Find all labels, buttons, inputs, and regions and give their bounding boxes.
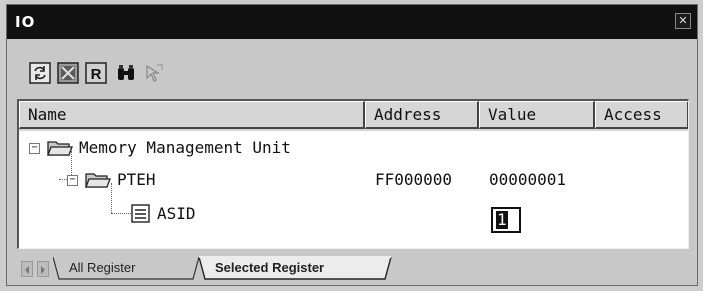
locate-icon [146, 64, 163, 82]
io-window: IO ✕ R Name Address Value Access − Memor… [6, 4, 698, 286]
collapse-toggle[interactable]: − [67, 175, 78, 186]
find-button[interactable] [115, 62, 137, 84]
arrow-right-icon [41, 266, 45, 274]
collapse-toggle[interactable]: − [29, 143, 40, 154]
tree-label: Memory Management Unit [79, 138, 291, 157]
address-cell: FF000000 [375, 170, 453, 189]
register-tree[interactable]: Name Address Value Access − Memory Manag… [17, 99, 689, 249]
window-title: IO [15, 13, 36, 31]
value-edit-text: 1 [496, 210, 508, 229]
tree-row-asid[interactable]: ASID [19, 201, 688, 227]
tab-selected-register[interactable]: Selected Register [215, 257, 324, 279]
tree-label: ASID [157, 204, 196, 223]
folder-open-icon [47, 141, 73, 156]
tab-scroll-left[interactable] [21, 261, 33, 277]
arrow-left-icon [25, 266, 29, 274]
register-field-icon [131, 204, 150, 223]
refresh-icon [29, 62, 51, 84]
locate-button[interactable] [143, 62, 165, 84]
toolbar: R [7, 39, 697, 99]
value-cell[interactable]: 00000001 [489, 167, 566, 193]
register-glyph: R [91, 66, 102, 83]
refresh-button[interactable] [29, 62, 51, 84]
title-bar[interactable]: IO ✕ [7, 5, 697, 39]
folder-open-icon [85, 173, 111, 188]
value-edit-field[interactable]: 1 [491, 207, 521, 233]
tree-label: PTEH [117, 170, 156, 189]
column-header: Name Address Value Access [19, 101, 688, 131]
close-button[interactable]: ✕ [675, 13, 691, 29]
tab-all-register[interactable]: All Register [69, 257, 135, 279]
tree-row-mmu[interactable]: − Memory Management Unit [19, 135, 688, 161]
tree-row-pteh[interactable]: − PTEH FF000000 00000001 [19, 167, 688, 193]
clear-button[interactable] [57, 62, 79, 84]
column-name[interactable]: Name [19, 101, 365, 129]
column-access[interactable]: Access [595, 101, 688, 129]
column-address[interactable]: Address [365, 101, 479, 129]
tab-scroll-right[interactable] [37, 261, 49, 277]
register-button[interactable]: R [85, 62, 107, 84]
column-value[interactable]: Value [479, 101, 595, 129]
tab-bar: All Register Selected Register [17, 255, 689, 281]
register-icon: R [85, 62, 107, 84]
binoculars-icon [118, 65, 134, 80]
clear-icon [57, 62, 79, 84]
